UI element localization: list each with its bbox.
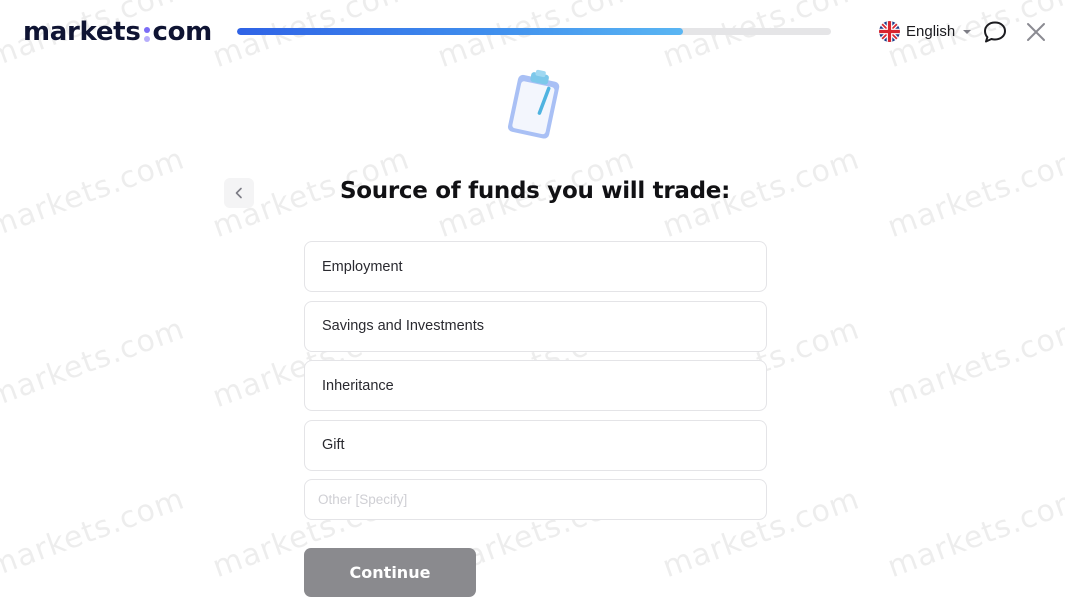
option-label: Savings and Investments [322, 318, 485, 334]
option-label: Inheritance [322, 377, 394, 394]
watermark-text: markets.com [208, 0, 415, 76]
chat-bubble-icon[interactable] [982, 20, 1008, 44]
caret-down-icon [963, 29, 972, 34]
option-gift[interactable]: Gift [304, 419, 767, 471]
chevron-left-icon [235, 187, 242, 199]
markets-logo[interactable]: markets com [23, 17, 212, 47]
watermark-text: markets.com [883, 311, 1065, 415]
continue-button[interactable]: Continue [304, 548, 476, 597]
close-icon[interactable] [1025, 21, 1047, 43]
option-label: Gift [322, 437, 345, 453]
watermark-text: markets.com [658, 0, 865, 76]
option-savings-and-investments[interactable]: Savings and Investments [304, 300, 767, 352]
other-specify-input[interactable] [304, 479, 767, 520]
logo-text-right: com [152, 17, 213, 47]
option-employment[interactable]: Employment [304, 241, 767, 292]
page-title: Source of funds you will trade: [340, 178, 730, 204]
option-label: Employment [322, 258, 403, 275]
onboarding-progress-bar [237, 28, 831, 35]
language-label: English [906, 23, 956, 40]
watermark-text: markets.com [433, 0, 640, 76]
back-button[interactable] [224, 178, 254, 208]
uk-flag-icon [879, 21, 900, 42]
watermark-text: markets.com [883, 481, 1065, 585]
funds-source-options: Employment Savings and Investments Inher… [304, 241, 767, 520]
logo-text-left: markets [23, 17, 141, 47]
progress-fill [237, 28, 683, 35]
language-selector[interactable]: English [879, 21, 972, 42]
watermark-text: markets.com [883, 141, 1065, 245]
watermark-text: markets.com [0, 481, 190, 585]
watermark-text: markets.com [0, 141, 190, 245]
option-inheritance[interactable]: Inheritance [304, 360, 767, 411]
logo-dot-separator [143, 26, 150, 42]
clipboard-icon [507, 69, 560, 139]
watermark-text: markets.com [0, 311, 190, 415]
